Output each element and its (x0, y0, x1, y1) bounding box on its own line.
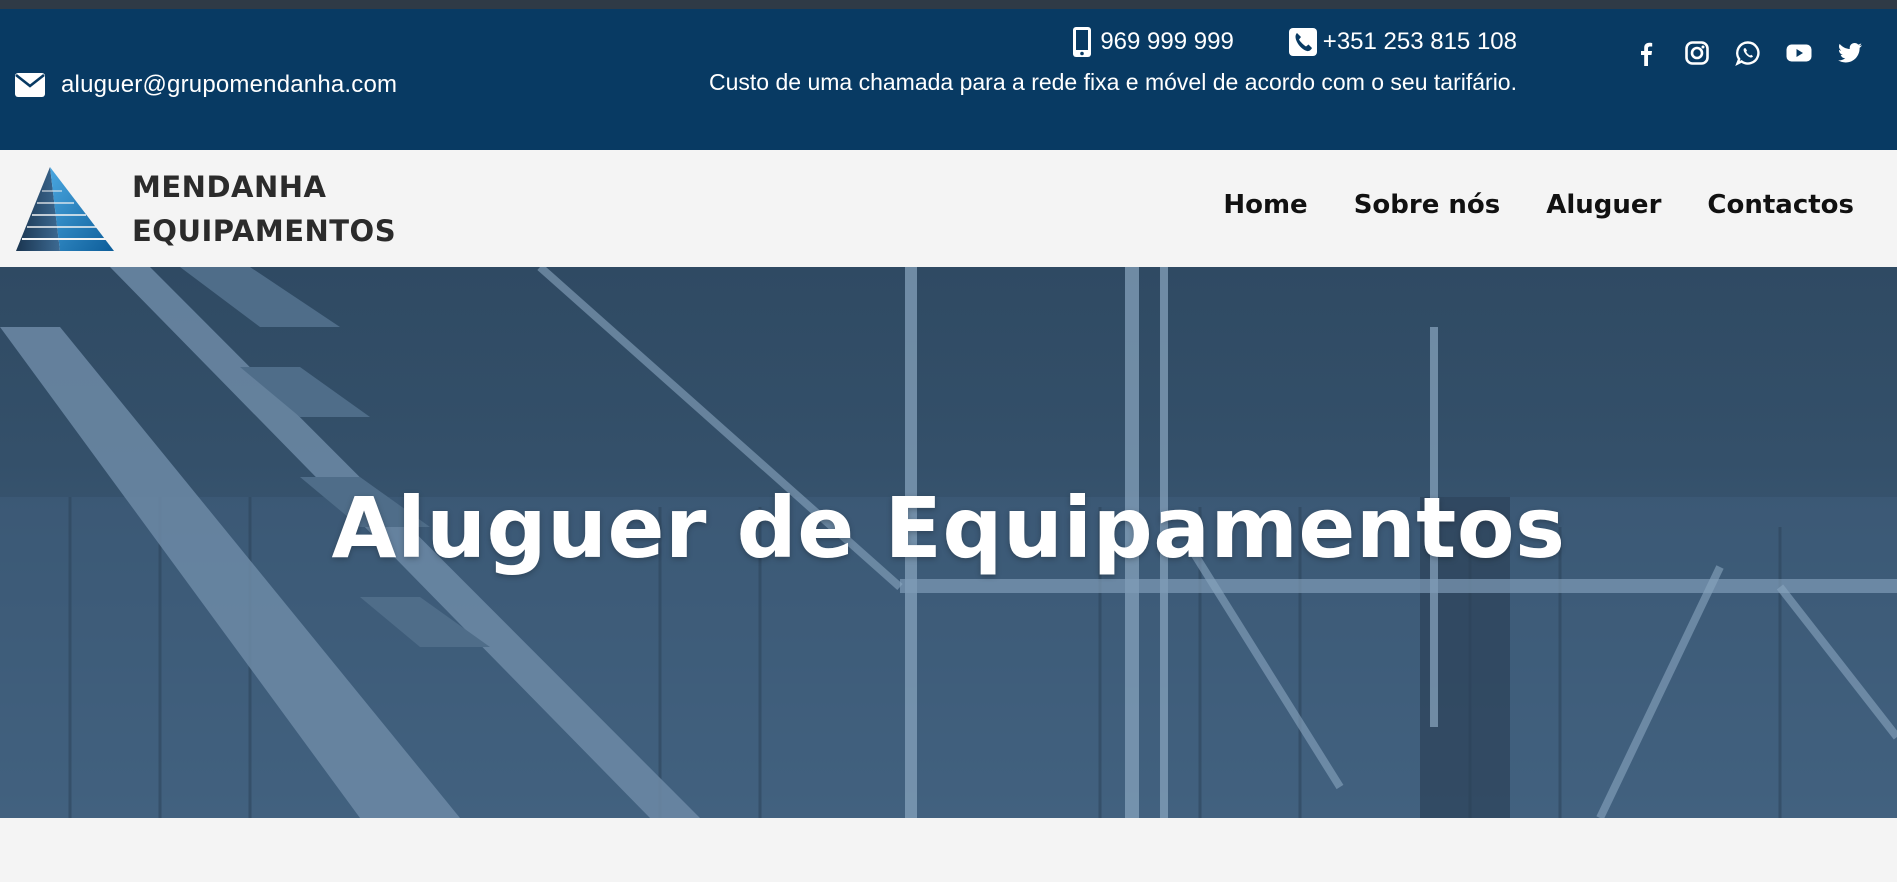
hero-title: Aluguer de Equipamentos (331, 479, 1566, 577)
mobile-phone-icon (1073, 27, 1092, 57)
logo-pyramid-icon (16, 167, 114, 251)
instagram-icon[interactable] (1683, 39, 1710, 66)
email-link[interactable]: aluguer@grupomendanha.com (15, 69, 397, 101)
envelope-icon (15, 73, 45, 97)
phone-numbers: 969 999 999 +351 253 815 108 (1070, 27, 1517, 57)
youtube-icon[interactable] (1785, 39, 1812, 66)
contact-bar: aluguer@grupomendanha.com 969 999 999 +3… (0, 9, 1897, 150)
landline-number: +351 253 815 108 (1322, 28, 1517, 55)
facebook-icon[interactable] (1632, 39, 1659, 66)
nav-item-rental[interactable]: Aluguer (1546, 190, 1661, 220)
hero-banner: Aluguer de Equipamentos (0, 267, 1897, 818)
content-area (0, 818, 1897, 882)
page: aluguer@grupomendanha.com 969 999 999 +3… (0, 0, 1897, 882)
social-links (1632, 39, 1863, 66)
brand-line-1: MENDANHA (132, 170, 327, 204)
twitter-icon[interactable] (1836, 39, 1863, 66)
site-header: MENDANHA EQUIPAMENTOS Home Sobre nós Alu… (0, 150, 1897, 267)
email-text: aluguer@grupomendanha.com (61, 71, 398, 98)
nav-item-contacts[interactable]: Contactos (1707, 190, 1854, 220)
brand-name: MENDANHA EQUIPAMENTOS (132, 165, 396, 253)
nav-item-home[interactable]: Home (1223, 190, 1307, 220)
top-strip (0, 0, 1897, 9)
whatsapp-icon[interactable] (1734, 39, 1761, 66)
main-nav: Home Sobre nós Aluguer Contactos (1223, 190, 1854, 220)
mobile-phone-link[interactable]: 969 999 999 (1070, 27, 1234, 57)
nav-item-about[interactable]: Sobre nós (1354, 190, 1501, 220)
call-cost-note: Custo de uma chamada para a rede fixa e … (709, 69, 1517, 95)
mobile-number: 969 999 999 (1100, 28, 1234, 55)
logo[interactable]: MENDANHA EQUIPAMENTOS (14, 165, 396, 253)
brand-line-2: EQUIPAMENTOS (132, 214, 397, 248)
phone-icon (1288, 28, 1317, 56)
landline-phone-link[interactable]: +351 253 815 108 (1288, 28, 1517, 56)
